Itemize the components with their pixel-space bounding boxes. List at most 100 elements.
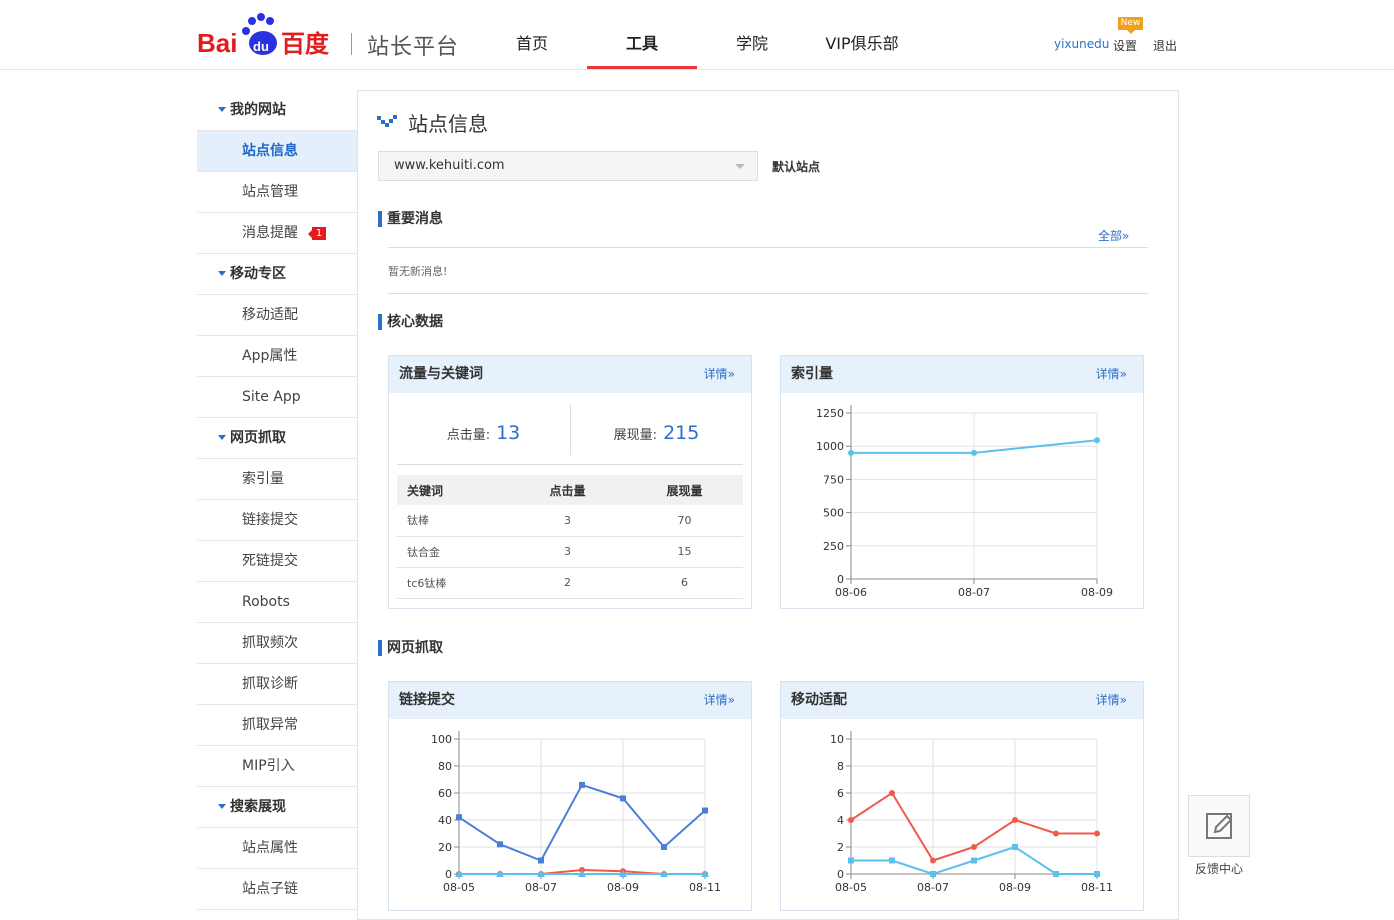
sidebar-item-site-app[interactable]: Site App bbox=[197, 377, 357, 418]
data-point bbox=[579, 781, 585, 788]
new-badge: New bbox=[1118, 17, 1143, 34]
section-important-messages: 重要消息 bbox=[378, 211, 443, 227]
edit-icon bbox=[1206, 813, 1233, 839]
card-title: 链接提交 bbox=[399, 692, 455, 708]
sidebar-item-app-props[interactable]: App属性 bbox=[197, 336, 357, 377]
table-cell: 2 bbox=[509, 567, 626, 599]
nav-vip-club[interactable]: VIP俱乐部 bbox=[807, 0, 917, 70]
link-submit-card: 链接提交 详情» 0 20 40 60 80 100 08-05 08-07 08-09 08-1… bbox=[388, 681, 752, 911]
table-row: 钛棒 3 70 bbox=[397, 505, 743, 537]
data-point bbox=[889, 857, 895, 864]
y-tick-label: 80 bbox=[438, 760, 452, 773]
column-header: 点击量 bbox=[509, 475, 626, 505]
feedback-button[interactable] bbox=[1188, 795, 1250, 857]
x-tick-label: 08-07 bbox=[958, 586, 990, 599]
sidebar-item-mobile-adapt[interactable]: 移动适配 bbox=[197, 295, 357, 336]
data-point bbox=[620, 795, 626, 802]
link-detail-link[interactable]: 详情» bbox=[704, 682, 735, 719]
sidebar-item-site-management[interactable]: 站点管理 bbox=[197, 172, 357, 213]
sidebar-group-search-display[interactable]: 搜索展现 bbox=[197, 787, 357, 828]
nav-academy[interactable]: 学院 bbox=[697, 0, 807, 70]
mobile-adapt-card: 移动适配 详情» 0 2 4 6 8 10 08-05 08-07 08-09 08-11 bbox=[780, 681, 1144, 911]
sidebar-item-crawl-errors[interactable]: 抓取异常 bbox=[197, 705, 357, 746]
baidu-logo[interactable]: Bai du 百度 bbox=[197, 12, 337, 58]
logout-link[interactable]: 退出 bbox=[1153, 37, 1177, 54]
impressions-label: 展现量: bbox=[613, 428, 658, 443]
sidebar-item-link-submit[interactable]: 链接提交 bbox=[197, 500, 357, 541]
data-point bbox=[1053, 871, 1059, 877]
sidebar-item-messages[interactable]: 消息提醒 1 bbox=[197, 213, 357, 254]
impressions-value: 215 bbox=[663, 422, 700, 444]
y-tick-label: 0 bbox=[445, 868, 452, 881]
clicks-value: 13 bbox=[496, 422, 521, 444]
traffic-detail-link[interactable]: 详情» bbox=[704, 356, 735, 393]
table-cell: 钛棒 bbox=[397, 505, 509, 537]
y-tick-label: 40 bbox=[438, 814, 452, 827]
top-header: Bai du 百度 站长平台 首页 工具 学院 VIP俱乐部 yixunedu … bbox=[0, 0, 1394, 70]
sidebar-group-mobile[interactable]: 移动专区 bbox=[197, 254, 357, 295]
sidebar-item-robots[interactable]: Robots bbox=[197, 582, 357, 623]
username-link[interactable]: yixunedu bbox=[1054, 37, 1109, 51]
sidebar-group-crawl[interactable]: 网页抓取 bbox=[197, 418, 357, 459]
data-point bbox=[971, 844, 977, 850]
section-crawl: 网页抓取 bbox=[378, 640, 443, 656]
y-tick-label: 0 bbox=[837, 868, 844, 881]
y-tick-label: 0 bbox=[837, 573, 844, 586]
y-tick-label: 100 bbox=[431, 733, 452, 746]
divider bbox=[388, 293, 1148, 294]
page-title: 站点信息 bbox=[408, 112, 488, 136]
sidebar-item-dead-link[interactable]: 死链提交 bbox=[197, 541, 357, 582]
column-header: 展现量 bbox=[626, 475, 743, 505]
y-tick-label: 750 bbox=[823, 473, 844, 486]
sidebar-item-site-info[interactable]: 站点信息 bbox=[197, 131, 357, 172]
card-header: 移动适配 详情» bbox=[781, 682, 1143, 719]
sidebar-item-crawl-frequency[interactable]: 抓取频次 bbox=[197, 623, 357, 664]
x-tick-label: 08-05 bbox=[835, 881, 867, 894]
x-tick-label: 08-11 bbox=[1081, 881, 1113, 894]
message-count-badge: 1 bbox=[308, 227, 326, 240]
y-tick-label: 2 bbox=[837, 841, 844, 854]
sidebar: 我的网站 站点信息 站点管理 消息提醒 1 移动专区 移动适配 App属性 Si… bbox=[197, 90, 358, 920]
y-tick-label: 10 bbox=[830, 733, 844, 746]
mobile-detail-link[interactable]: 详情» bbox=[1096, 682, 1127, 719]
logo-divider bbox=[351, 33, 352, 55]
table-cell: 6 bbox=[626, 567, 743, 599]
sidebar-item-index-volume[interactable]: 索引量 bbox=[197, 459, 357, 500]
index-detail-link[interactable]: 详情» bbox=[1096, 356, 1127, 393]
link-submit-chart: 0 20 40 60 80 100 08-05 08-07 08-09 08-11 bbox=[431, 731, 721, 894]
main-nav: 首页 工具 学院 VIP俱乐部 bbox=[477, 0, 917, 70]
platform-name: 站长平台 bbox=[367, 35, 460, 60]
column-header: 关键词 bbox=[397, 475, 509, 505]
all-messages-link[interactable]: 全部» bbox=[1098, 227, 1129, 244]
table-cell: 15 bbox=[626, 536, 743, 568]
table-cell: 3 bbox=[509, 536, 626, 568]
svg-text:百度: 百度 bbox=[281, 30, 330, 58]
y-tick-label: 500 bbox=[823, 507, 844, 520]
sidebar-group-my-sites[interactable]: 我的网站 bbox=[197, 90, 357, 131]
feedback-label: 反馈中心 bbox=[1195, 862, 1244, 876]
nav-tools[interactable]: 工具 bbox=[587, 0, 697, 70]
data-point bbox=[661, 844, 667, 850]
x-tick-label: 08-06 bbox=[835, 586, 867, 599]
y-tick-label: 1000 bbox=[816, 440, 844, 453]
keywords-table: 关键词 点击量 展现量 钛棒 3 70 钛合金 3 15 tc6钛棒 2 6 bbox=[397, 475, 743, 599]
sidebar-item-sitelinks[interactable]: 站点子链 bbox=[197, 869, 357, 910]
y-tick-label: 6 bbox=[837, 787, 844, 800]
card-title: 移动适配 bbox=[791, 692, 847, 708]
table-row: tc6钛棒 2 6 bbox=[397, 567, 743, 599]
mobile-adapt-chart: 0 2 4 6 8 10 08-05 08-07 08-09 08-11 bbox=[830, 731, 1113, 894]
settings-link[interactable]: 设置 bbox=[1113, 37, 1137, 54]
sidebar-item-mip[interactable]: MIP引入 bbox=[197, 746, 357, 787]
title-check-icon bbox=[377, 115, 397, 127]
sidebar-item-site-props[interactable]: 站点属性 bbox=[197, 828, 357, 869]
data-point bbox=[848, 817, 854, 823]
data-point bbox=[1094, 830, 1100, 837]
y-tick-label: 8 bbox=[837, 760, 844, 773]
data-point bbox=[702, 807, 708, 814]
nav-home[interactable]: 首页 bbox=[477, 0, 587, 70]
data-point bbox=[538, 857, 544, 864]
site-select[interactable]: www.kehuiti.com bbox=[378, 151, 758, 181]
sidebar-item-crawl-diagnosis[interactable]: 抓取诊断 bbox=[197, 664, 357, 705]
data-point bbox=[971, 449, 977, 456]
divider bbox=[388, 247, 1148, 248]
